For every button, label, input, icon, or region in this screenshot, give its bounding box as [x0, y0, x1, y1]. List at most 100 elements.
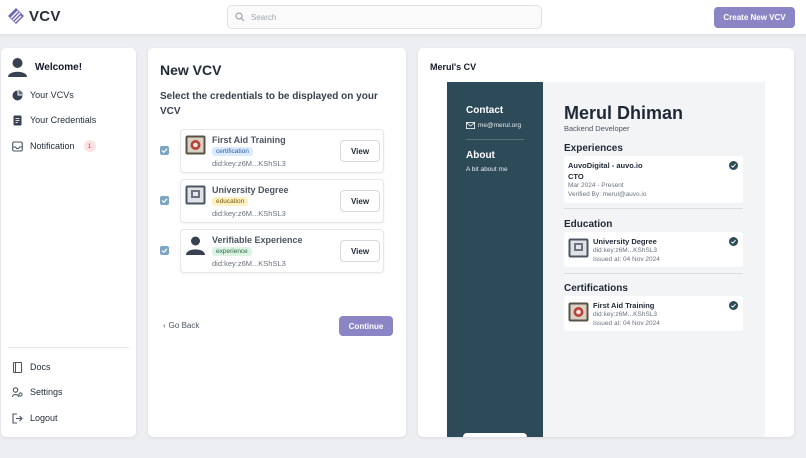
- sidebar-item-notification[interactable]: Notification 1: [12, 139, 96, 153]
- checkmark-icon: [161, 198, 168, 204]
- sidebar-item-logout[interactable]: Logout: [12, 411, 58, 425]
- cv-sidebar-divider: [466, 139, 524, 140]
- view-credential-button[interactable]: View: [340, 140, 380, 162]
- welcome-block: Welcome!: [8, 57, 82, 77]
- credential-card: University Degree education did:key:z6M.…: [180, 179, 384, 223]
- cv-about-heading: About: [466, 150, 495, 161]
- cv-name: Merul Dhiman: [564, 103, 684, 123]
- cv-experience-card: AuvoDigital - auvo.io CTO Mar 2024 - Pre…: [564, 156, 743, 203]
- cv-sidebar-tab: [463, 433, 527, 437]
- credential-name: Verifiable Experience: [212, 235, 303, 245]
- logout-icon: [12, 412, 23, 424]
- person-icon: [186, 236, 205, 255]
- vcv-logo-icon: [8, 8, 24, 24]
- credential-row: First Aid Training certification did:key…: [160, 129, 384, 173]
- cv-education-card: University Degree did:key:z6M...KShSL3 I…: [564, 232, 743, 267]
- certification-issued: Issued at: 04 Nov 2024: [593, 320, 660, 327]
- view-credential-button[interactable]: View: [340, 190, 380, 212]
- credential-did: did:key:z6M...KShSL3: [212, 259, 286, 268]
- book-icon: [12, 361, 23, 373]
- cv-certifications-heading: Certifications: [564, 283, 628, 294]
- app-name: VCV: [29, 7, 61, 25]
- cv-certification-card: First Aid Training did:key:z6M...KShSL3 …: [564, 296, 743, 331]
- diploma-badge-icon: [568, 238, 589, 258]
- credential-name: First Aid Training: [212, 135, 286, 145]
- sidebar-item-settings[interactable]: Settings: [12, 385, 63, 399]
- chevron-left-icon: ‹: [163, 321, 166, 330]
- user-avatar-icon: [8, 58, 27, 77]
- cv-preview-title: Merul's CV: [430, 62, 477, 72]
- cv-experiences-heading: Experiences: [564, 143, 623, 154]
- top-header: VCV Create New VCV: [0, 0, 806, 35]
- experience-position: CTO: [568, 172, 584, 181]
- sidebar-item-label: Docs: [30, 362, 51, 372]
- certification-did: did:key:z6M...KShSL3: [593, 311, 657, 318]
- cv-email: me@merul.org: [478, 122, 522, 129]
- credential-did: did:key:z6M...KShSL3: [212, 209, 286, 218]
- credential-tag: education: [212, 197, 249, 206]
- credential-tag: experience: [212, 247, 252, 256]
- cv-role: Backend Developer: [564, 124, 630, 133]
- cv-contact-heading: Contact: [466, 105, 504, 116]
- search-input[interactable]: [251, 12, 531, 22]
- cv-sidebar: Contact me@merul.org About A bit about m…: [447, 82, 543, 437]
- go-back-link[interactable]: ‹ Go Back: [163, 321, 199, 330]
- verified-check-icon: [729, 301, 738, 310]
- education-name: University Degree: [593, 237, 657, 246]
- pie-chart-icon: [12, 89, 23, 100]
- sidebar-item-your-credentials[interactable]: Your Credentials: [12, 113, 96, 127]
- cv-education-heading: Education: [564, 219, 613, 230]
- education-did: did:key:z6M...KShSL3: [593, 247, 657, 254]
- notification-count-badge: 1: [83, 140, 96, 152]
- credential-checkbox[interactable]: [160, 196, 169, 205]
- cv-about-text: A bit about me: [466, 166, 508, 173]
- sidebar-item-label: Your Credentials: [30, 115, 97, 125]
- search-icon: [235, 12, 245, 22]
- credential-checkbox[interactable]: [160, 146, 169, 155]
- verified-check-icon: [729, 161, 738, 170]
- checkmark-icon: [161, 148, 168, 154]
- sidebar-item-label: Settings: [30, 387, 63, 397]
- view-credential-button[interactable]: View: [340, 240, 380, 262]
- go-back-label: Go Back: [168, 321, 200, 330]
- sidebar-item-docs[interactable]: Docs: [12, 360, 51, 374]
- certification-name: First Aid Training: [593, 301, 655, 310]
- checkmark-icon: [161, 248, 168, 254]
- credential-row: Verifiable Experience experience did:key…: [160, 229, 384, 273]
- cv-section-divider: [564, 273, 743, 274]
- sidebar-item-your-vcvs[interactable]: Your VCVs: [12, 88, 74, 102]
- verified-check-icon: [729, 237, 738, 246]
- email-icon: [466, 122, 475, 129]
- credential-checkbox[interactable]: [160, 246, 169, 255]
- continue-button[interactable]: Continue: [339, 316, 393, 336]
- create-new-vcv-button[interactable]: Create New VCV: [714, 7, 795, 28]
- sidebar-divider: [8, 347, 129, 348]
- document-icon: [13, 115, 22, 125]
- page-subtitle: Select the credentials to be displayed o…: [160, 91, 378, 117]
- sidebar: Welcome! Your VCVs Your Credentials Noti…: [1, 48, 136, 437]
- search-bar[interactable]: [227, 5, 542, 29]
- credential-row: University Degree education did:key:z6M.…: [160, 179, 384, 223]
- settings-icon: [12, 386, 23, 397]
- cv-preview-panel: Merul's CV Contact me@merul.org About A …: [418, 48, 794, 437]
- page-title: New VCV: [160, 62, 222, 78]
- credential-tag: certification: [212, 147, 253, 156]
- certificate-badge-icon: [185, 135, 206, 155]
- inbox-icon: [12, 140, 23, 152]
- welcome-text: Welcome!: [35, 61, 83, 73]
- experience-dates: Mar 2024 - Present: [568, 182, 624, 189]
- cv-section-divider: [564, 208, 743, 209]
- certificate-badge-icon: [568, 302, 589, 322]
- sidebar-item-label: Your VCVs: [30, 90, 74, 100]
- sidebar-item-label: Logout: [30, 413, 58, 423]
- education-issued: Issued at: 04 Nov 2024: [593, 256, 660, 263]
- credential-card: First Aid Training certification did:key…: [180, 129, 384, 173]
- cv-document[interactable]: Contact me@merul.org About A bit about m…: [447, 82, 765, 437]
- credential-name: University Degree: [212, 185, 289, 195]
- credential-did: did:key:z6M...KShSL3: [212, 159, 286, 168]
- sidebar-item-label: Notification: [30, 141, 75, 151]
- new-vcv-panel: New VCV Select the credentials to be dis…: [148, 48, 406, 437]
- experience-verified-by: Verified By: merul@auvo.io: [568, 191, 647, 198]
- app-logo[interactable]: VCV: [7, 7, 61, 25]
- credential-card: Verifiable Experience experience did:key…: [180, 229, 384, 273]
